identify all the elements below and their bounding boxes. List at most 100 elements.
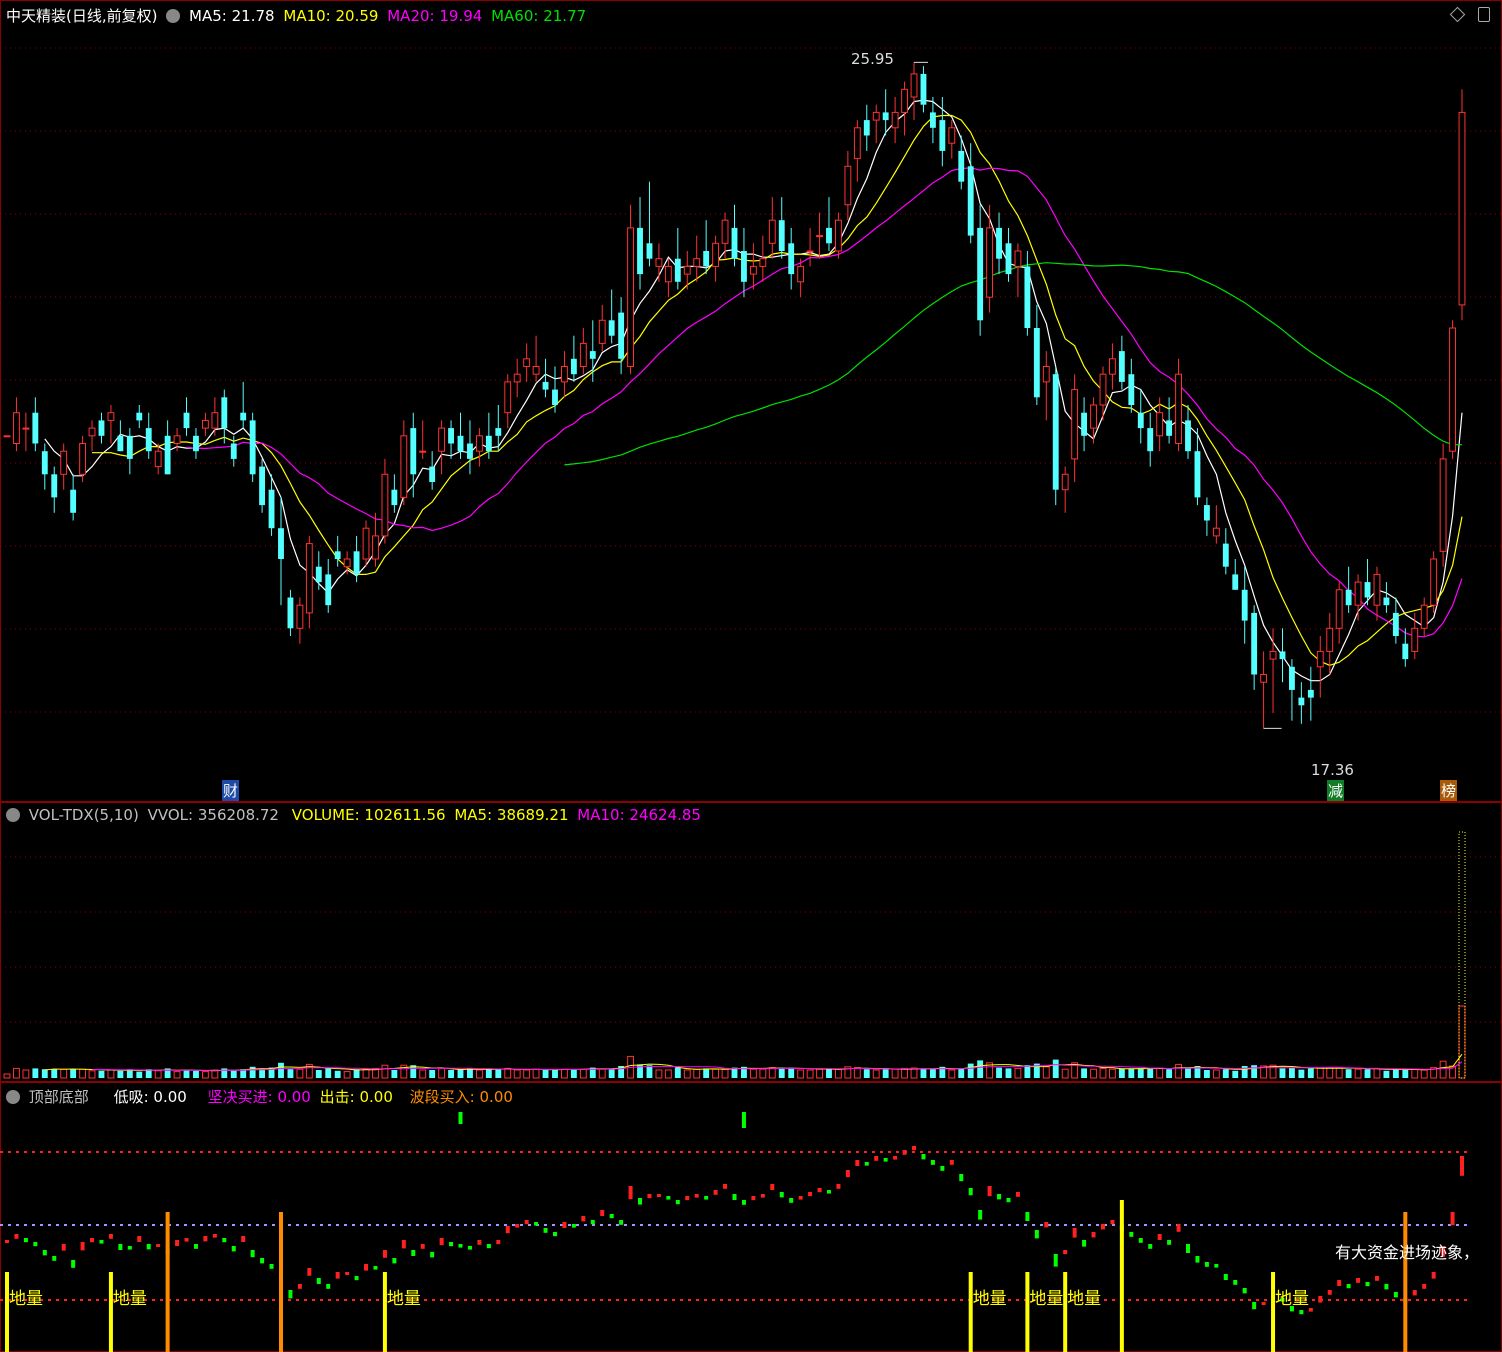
- indicator-step: [1252, 1302, 1257, 1310]
- indicator-step: [1412, 1290, 1417, 1296]
- indicator-step: [345, 1272, 350, 1275]
- candle-body-down: [145, 428, 152, 452]
- candle-body-up: [513, 373, 521, 383]
- marker-jian[interactable]: 减: [1327, 780, 1345, 801]
- candle-body-down: [939, 120, 946, 151]
- indicator-step: [458, 1244, 463, 1248]
- volume-bar-down: [570, 1069, 577, 1078]
- candle-body-down: [1203, 505, 1210, 521]
- candle-body-up: [88, 427, 96, 437]
- volume-bar-down: [1279, 1068, 1286, 1078]
- candle-body-down: [410, 428, 417, 475]
- indicator-step: [231, 1246, 236, 1252]
- indicator-step: [1242, 1288, 1247, 1294]
- indicator-step: [779, 1192, 784, 1198]
- price-chart[interactable]: [0, 0, 1502, 802]
- indicator-step: [241, 1236, 246, 1242]
- indicator-step: [666, 1196, 671, 1200]
- indicator-step: [222, 1238, 227, 1243]
- indicator-step: [893, 1156, 898, 1160]
- indicator-step: [401, 1240, 406, 1249]
- volume-bar-down: [1024, 1065, 1031, 1078]
- vol-ma10-value: 24624.85: [629, 806, 701, 824]
- indicator-step: [33, 1242, 38, 1247]
- price-panel[interactable]: 中天精装(日线,前复权) MA5: 21.78 MA10: 20.59 MA20…: [0, 0, 1502, 802]
- candle-body-up: [1354, 581, 1362, 606]
- candle-body-down: [996, 227, 1002, 259]
- indicator-step: [1129, 1232, 1134, 1237]
- candle-body-down: [920, 73, 927, 105]
- candle-body-up: [910, 73, 918, 98]
- indicator-chevron-icon[interactable]: [6, 1090, 20, 1104]
- indicator-step: [968, 1188, 973, 1196]
- candle-body-up: [1108, 358, 1116, 375]
- indicator-step: [1384, 1284, 1389, 1290]
- candle-body-down: [1298, 697, 1305, 706]
- candle-body-down: [778, 220, 785, 251]
- volume-bar-down: [315, 1070, 322, 1078]
- volume-panel[interactable]: VOL-TDX(5,10) VVOL: 356208.72 VOLUME: 10…: [0, 802, 1502, 1082]
- candle-body-up: [362, 527, 370, 560]
- candle-body-up: [1156, 412, 1164, 437]
- volume-bar-down: [1298, 1069, 1305, 1078]
- indicator-step: [600, 1210, 605, 1216]
- marker-cai[interactable]: 财: [222, 780, 240, 801]
- indicator-step: [760, 1194, 765, 1198]
- indicator-step: [1138, 1238, 1143, 1243]
- indicator-chart[interactable]: 地量 地量 地量 地量 地量 地量 地量: [0, 1082, 1502, 1352]
- candle-body-up: [834, 219, 842, 252]
- volume-bar-up: [1420, 1069, 1428, 1079]
- volume-bar-down: [1137, 1068, 1144, 1078]
- indicator-panel[interactable]: 地量 地量 地量 地量 地量 地量 地量 顶部底部 低吸: 0.00 坚决买进: 0.00 …: [0, 1082, 1502, 1352]
- volume-bar-down: [193, 1070, 199, 1078]
- volume-label: VOLUME:: [291, 806, 360, 824]
- indicator-step: [1157, 1234, 1162, 1240]
- marker-bang[interactable]: 榜: [1440, 780, 1458, 801]
- candle-body-up: [343, 558, 351, 568]
- candle-body-down: [485, 435, 492, 452]
- ma10-value: 20.59: [335, 7, 379, 25]
- candle-body-down: [977, 227, 984, 321]
- indicator-step: [269, 1264, 274, 1269]
- volume-bar-up: [381, 1064, 389, 1079]
- indicator-step: [515, 1224, 520, 1228]
- volume-bar-up: [759, 1068, 767, 1079]
- signal-label: 地量: [387, 1289, 421, 1309]
- candle-body-up: [1316, 650, 1324, 668]
- candle-body-up: [154, 450, 162, 468]
- volume-bar-down: [1203, 1070, 1210, 1078]
- candle-body-up: [400, 435, 408, 498]
- volume-chart[interactable]: [0, 802, 1502, 1082]
- candle-body-down: [863, 120, 870, 136]
- candle-body-up: [986, 227, 994, 298]
- candle-body-up: [79, 443, 87, 475]
- vvol-label: VVOL:: [147, 806, 194, 824]
- candle-body-down: [1185, 420, 1191, 452]
- indicator-step: [638, 1198, 643, 1205]
- candle-body-down: [41, 451, 48, 475]
- volume-bar-up: [1212, 1069, 1220, 1079]
- candle-body-down: [164, 435, 171, 475]
- indicator-step: [1072, 1228, 1077, 1238]
- candle-body-down: [1147, 428, 1154, 452]
- settings-icon[interactable]: [1478, 7, 1490, 22]
- volume-bar-down: [1147, 1068, 1154, 1078]
- indicator-step: [609, 1214, 614, 1219]
- chevron-icon[interactable]: [166, 9, 181, 23]
- signal-label: 地量: [1067, 1289, 1101, 1309]
- indicator-step: [1346, 1284, 1351, 1289]
- volume-bar-up: [797, 1069, 805, 1079]
- volume-bar-down: [230, 1070, 237, 1078]
- volume-bar-down: [1222, 1069, 1229, 1078]
- signal-bar: [5, 1272, 9, 1352]
- indicator-step: [118, 1244, 123, 1250]
- indicator-step: [5, 1240, 9, 1243]
- candle-body-down: [315, 566, 322, 583]
- signal-bar-orange: [278, 1212, 283, 1352]
- volume-bar-up: [1458, 1005, 1466, 1079]
- candle-body-up: [1260, 674, 1268, 683]
- indicator-name: 顶部底部: [28, 1088, 89, 1106]
- candle-body-up: [173, 435, 181, 444]
- candle-body-down: [826, 227, 832, 244]
- volume-chevron-icon[interactable]: [6, 808, 20, 822]
